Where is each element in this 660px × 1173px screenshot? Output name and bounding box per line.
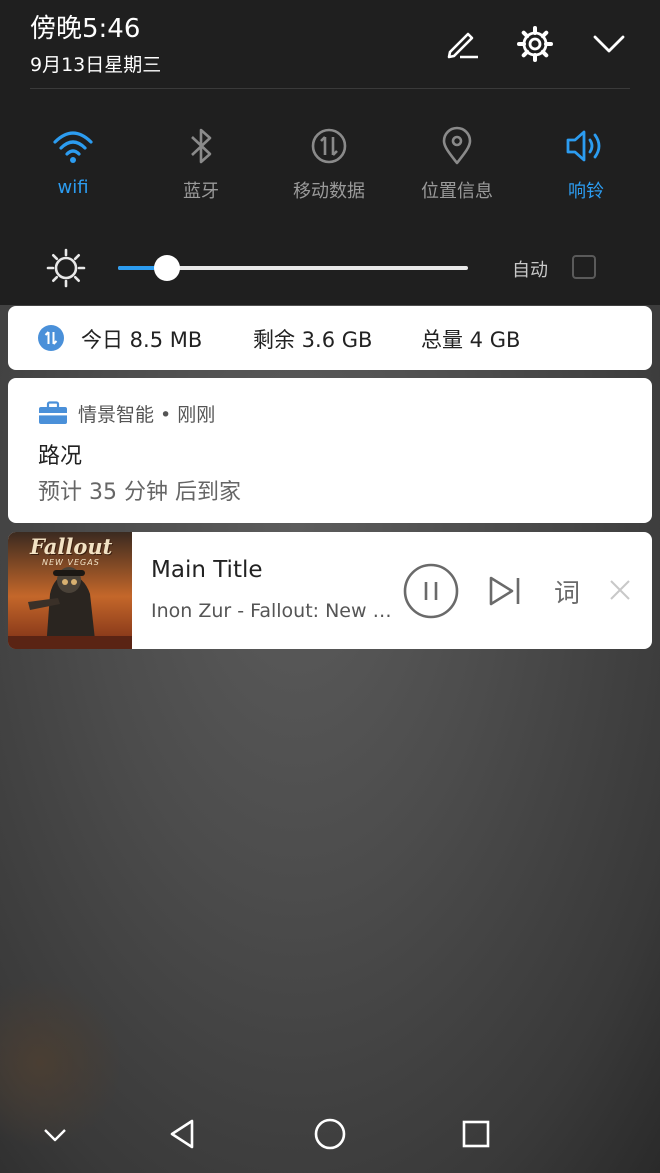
mobile-data-icon	[265, 118, 393, 174]
nav-collapse-button[interactable]	[31, 1110, 79, 1158]
data-today: 今日 8.5 MB	[81, 328, 203, 352]
next-track-button[interactable]	[484, 570, 526, 612]
quick-toggle-label: 移动数据	[293, 181, 365, 202]
auto-brightness-checkbox[interactable]	[572, 255, 596, 279]
smart-notification-card[interactable]: 情景智能 • 刚刚 路况 预计 35 分钟 后到家	[8, 378, 652, 523]
brightness-icon	[46, 248, 86, 292]
album-title-art: Fallout	[30, 534, 113, 559]
location-icon	[393, 118, 521, 174]
mobile-data-icon	[38, 325, 64, 351]
header-divider	[30, 88, 630, 89]
back-icon	[170, 1119, 194, 1149]
quick-toggle-label: 响铃	[568, 181, 604, 202]
nav-recents-button[interactable]	[452, 1110, 500, 1158]
collapse-icon[interactable]	[587, 22, 631, 66]
settings-icon[interactable]	[513, 22, 557, 66]
bluetooth-icon	[137, 118, 265, 174]
volume-icon	[522, 118, 650, 174]
date: 9月13日星期三	[30, 54, 162, 76]
brightness-slider-thumb[interactable]	[154, 255, 180, 281]
clock: 傍晚5:46	[30, 14, 141, 44]
quick-toggle-bluetooth[interactable]: 蓝牙	[137, 118, 265, 203]
briefcase-icon	[38, 401, 68, 429]
data-usage-card[interactable]: 今日 8.5 MB 剩余 3.6 GB 总量 4 GB	[8, 306, 652, 370]
edit-icon[interactable]	[440, 22, 484, 66]
lyrics-button[interactable]: 词	[546, 570, 588, 612]
notification-title: 路况	[38, 444, 83, 469]
quick-toggle-wifi[interactable]: wifi	[9, 118, 137, 198]
auto-brightness-label: 自动	[512, 260, 548, 281]
quick-toggle-mobile-data[interactable]: 移动数据	[265, 118, 393, 203]
notification-app-name: 情景智能 • 刚刚	[78, 404, 216, 426]
chevron-down-icon	[44, 1129, 66, 1142]
nav-back-button[interactable]	[159, 1110, 207, 1158]
close-button[interactable]	[605, 575, 635, 605]
close-icon	[610, 580, 630, 600]
nav-home-button[interactable]	[306, 1110, 354, 1158]
notification-body: 预计 35 分钟 后到家	[38, 480, 241, 505]
quick-toggle-label: wifi	[57, 177, 89, 198]
quick-toggle-label: 位置信息	[421, 181, 493, 202]
wifi-icon	[9, 118, 137, 174]
pause-button[interactable]	[403, 563, 459, 619]
data-total: 总量 4 GB	[421, 328, 521, 352]
quick-toggle-ringer[interactable]: 响铃	[522, 118, 650, 203]
song-title: Main Title	[151, 557, 263, 583]
quick-toggle-label: 蓝牙	[183, 181, 219, 202]
data-remaining: 剩余 3.6 GB	[253, 328, 373, 352]
recents-icon	[462, 1120, 490, 1148]
music-player-card[interactable]: Fallout NEW VEGAS Main Title Inon Zur - …	[8, 532, 652, 649]
song-artist: Inon Zur - Fallout: New Vegas	[151, 600, 396, 622]
album-art: Fallout NEW VEGAS	[8, 532, 132, 649]
skip-next-icon	[489, 576, 520, 606]
quick-toggle-location[interactable]: 位置信息	[393, 118, 521, 203]
album-subtitle-art: NEW VEGAS	[42, 558, 100, 567]
home-icon	[314, 1118, 346, 1150]
pause-icon	[403, 563, 459, 619]
